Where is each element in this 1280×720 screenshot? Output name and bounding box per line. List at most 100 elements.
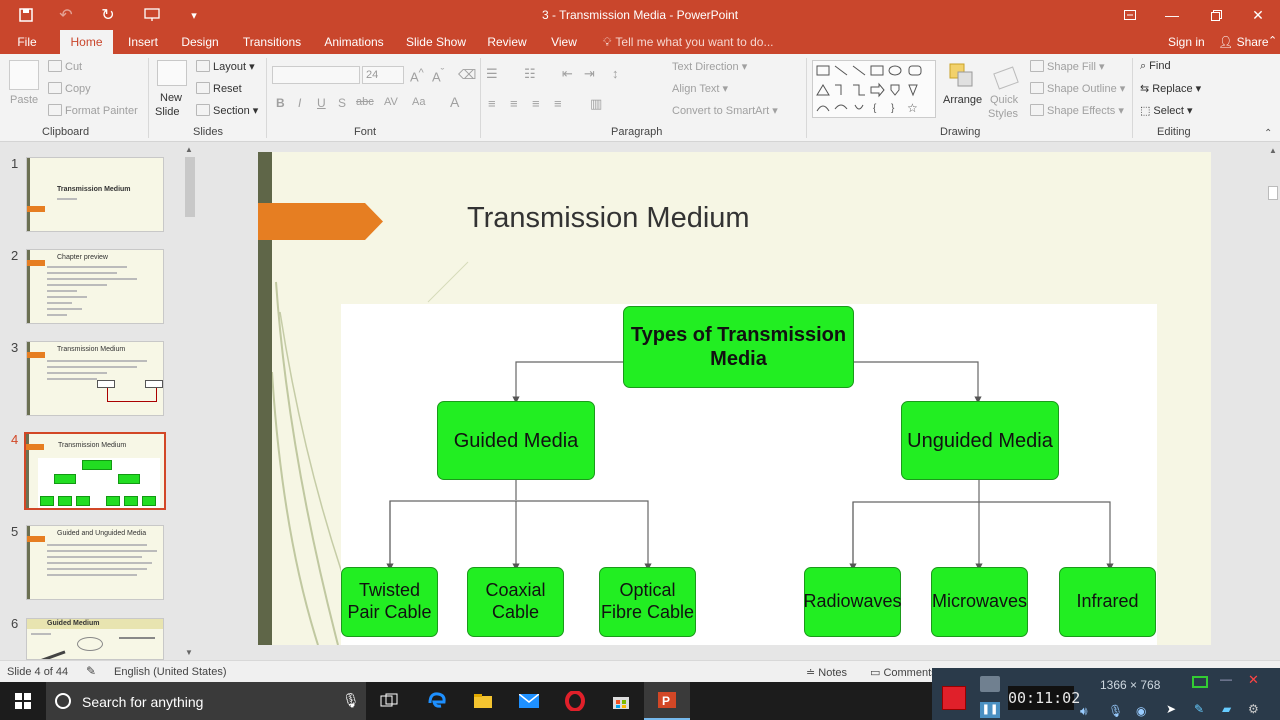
ribbon-display-options-icon[interactable]	[1108, 0, 1152, 30]
record-stop-button[interactable]	[942, 686, 966, 710]
recorder-mic-icon[interactable]: 🎙︎	[1108, 704, 1123, 718]
node-optical-fibre-cable[interactable]: Optical Fibre Cable	[599, 567, 696, 637]
font-size-input[interactable]: 24	[362, 66, 404, 84]
node-microwaves[interactable]: Microwaves	[931, 567, 1028, 637]
format-painter-button[interactable]: Format Painter	[48, 104, 138, 117]
tab-view[interactable]: View	[546, 30, 582, 54]
tab-insert[interactable]: Insert	[122, 30, 164, 54]
quick-styles-label-1[interactable]: Quick	[990, 94, 1018, 106]
shadow-icon[interactable]: S	[338, 96, 346, 110]
tab-file[interactable]: File	[8, 30, 46, 54]
quick-styles-icon[interactable]	[992, 62, 1022, 92]
shapes-gallery[interactable]: { } ☆	[812, 60, 936, 118]
powerpoint-taskbar-icon[interactable]: P	[644, 682, 690, 720]
layout-button[interactable]: Layout ▾	[196, 60, 255, 73]
scroll-down-icon[interactable]: ▼	[185, 648, 193, 657]
slide-title[interactable]: Transmission Medium	[467, 202, 750, 235]
convert-smartart-button[interactable]: Convert to SmartArt ▾	[672, 104, 778, 117]
font-color-icon[interactable]: A	[450, 94, 459, 110]
thumbnail-scroll-thumb[interactable]	[185, 157, 195, 217]
numbering-icon[interactable]: ☷	[524, 66, 536, 82]
tab-home[interactable]: Home	[60, 30, 113, 54]
change-case-icon[interactable]: Aa	[412, 96, 425, 108]
spell-check-icon[interactable]: ✎	[86, 664, 96, 678]
columns-icon[interactable]: ▥	[590, 96, 602, 112]
slide-scroll-up-icon[interactable]: ▲	[1269, 146, 1277, 155]
justify-icon[interactable]: ≡	[554, 96, 562, 111]
edge-browser-icon[interactable]	[414, 682, 460, 720]
windows-start-icon[interactable]	[0, 682, 46, 720]
tab-review[interactable]: Review	[484, 30, 530, 54]
slide-thumbnail-2[interactable]: Chapter preview	[26, 249, 164, 324]
slide-scroll-thumb[interactable]	[1268, 186, 1278, 200]
slide-scrollbar[interactable]: ▲	[1266, 142, 1280, 660]
collapse-ribbon-icon[interactable]: ⌃	[1268, 34, 1277, 47]
recorder-minimize-icon[interactable]: —	[1220, 672, 1232, 686]
align-left-icon[interactable]: ≡	[488, 96, 496, 111]
text-direction-button[interactable]: Text Direction ▾	[672, 60, 747, 73]
task-view-icon[interactable]	[366, 682, 412, 720]
strikethrough-icon[interactable]: abc	[356, 96, 374, 108]
notes-button[interactable]: ≐ Notes	[806, 666, 847, 679]
slide-thumbnail-3[interactable]: Transmission Medium	[26, 341, 164, 416]
highlighter-icon[interactable]: ▰	[1222, 702, 1231, 716]
minimize-icon[interactable]: —	[1150, 0, 1194, 30]
file-explorer-icon[interactable]	[460, 682, 506, 720]
tell-me-box[interactable]: 💡︎ Tell me what you want to do...	[603, 30, 774, 54]
tab-transitions[interactable]: Transitions	[238, 30, 306, 54]
new-slide-label-1[interactable]: New	[160, 92, 182, 104]
comments-button[interactable]: ▭ Comments	[870, 666, 937, 679]
shape-outline-button[interactable]: Shape Outline ▾	[1030, 82, 1125, 95]
shape-fill-button[interactable]: Shape Fill ▾	[1030, 60, 1105, 73]
decrease-indent-icon[interactable]: ⇤	[562, 66, 573, 82]
thumbnail-scrollbar[interactable]: ▲ ▼	[183, 143, 197, 660]
arrange-button[interactable]: Arrange	[943, 94, 982, 106]
draw-pen-icon[interactable]: ✎	[1194, 702, 1204, 716]
bold-icon[interactable]: B	[276, 96, 285, 110]
webcam-icon[interactable]: ◉	[1136, 704, 1146, 718]
cut-button[interactable]: Cut	[48, 60, 82, 73]
arrange-icon[interactable]	[948, 62, 978, 92]
italic-icon[interactable]: I	[298, 96, 301, 110]
node-infrared[interactable]: Infrared	[1059, 567, 1156, 637]
bullets-icon[interactable]: ☰	[486, 66, 498, 82]
node-guided-media[interactable]: Guided Media	[437, 401, 595, 480]
line-spacing-icon[interactable]: ↕	[612, 66, 619, 81]
slide-thumbnail-5[interactable]: Guided and Unguided Media	[26, 525, 164, 600]
current-slide[interactable]: Transmission Medium Types of Transmissio…	[258, 152, 1211, 645]
slide-thumbnail-4[interactable]: Transmission Medium	[24, 432, 166, 510]
decrease-font-icon[interactable]: Aˇ	[432, 67, 444, 84]
new-slide-icon[interactable]	[157, 60, 187, 86]
slide-thumbnail-1[interactable]: Transmission Medium	[26, 157, 164, 232]
camera-icon[interactable]	[980, 676, 1000, 692]
language-indicator[interactable]: English (United States)	[114, 666, 227, 678]
shape-effects-button[interactable]: Shape Effects ▾	[1030, 104, 1124, 117]
quick-styles-label-2[interactable]: Styles	[988, 108, 1018, 120]
node-types-of-transmission-media[interactable]: Types of Transmission Media	[623, 306, 854, 388]
increase-font-icon[interactable]: A^	[410, 67, 424, 84]
slide-thumbnail-6[interactable]: Guided Medium	[26, 618, 164, 660]
sign-in-link[interactable]: Sign in	[1168, 30, 1205, 54]
mail-icon[interactable]	[506, 682, 552, 720]
collapse-ribbon-arrow-icon[interactable]: ⌃	[1264, 128, 1272, 139]
scroll-up-icon[interactable]: ▲	[185, 145, 193, 154]
node-unguided-media[interactable]: Unguided Media	[901, 401, 1059, 480]
select-button[interactable]: ⬚ Select ▾	[1140, 104, 1193, 117]
pause-icon[interactable]: ❚❚	[980, 702, 1000, 718]
tab-slide-show[interactable]: Slide Show	[403, 30, 469, 54]
underline-icon[interactable]: U	[317, 96, 326, 110]
find-button[interactable]: ⌕ Find	[1140, 60, 1171, 73]
replace-button[interactable]: ⇆ Replace ▾	[1140, 82, 1201, 95]
node-coaxial-cable[interactable]: Coaxial Cable	[467, 567, 564, 637]
tab-design[interactable]: Design	[178, 30, 222, 54]
volume-icon[interactable]: 🔊︎	[1080, 704, 1088, 719]
node-radiowaves[interactable]: Radiowaves	[803, 567, 902, 637]
share-button[interactable]: 👤︎ Share	[1218, 30, 1269, 54]
restore-icon[interactable]	[1194, 0, 1238, 30]
reset-button[interactable]: Reset	[196, 82, 242, 95]
tab-animations[interactable]: Animations	[318, 30, 390, 54]
section-button[interactable]: Section ▾	[196, 104, 258, 117]
recorder-settings-icon[interactable]: ⚙	[1248, 702, 1259, 716]
store-icon[interactable]	[598, 682, 644, 720]
microphone-icon[interactable]: 🎙︎	[342, 692, 360, 709]
